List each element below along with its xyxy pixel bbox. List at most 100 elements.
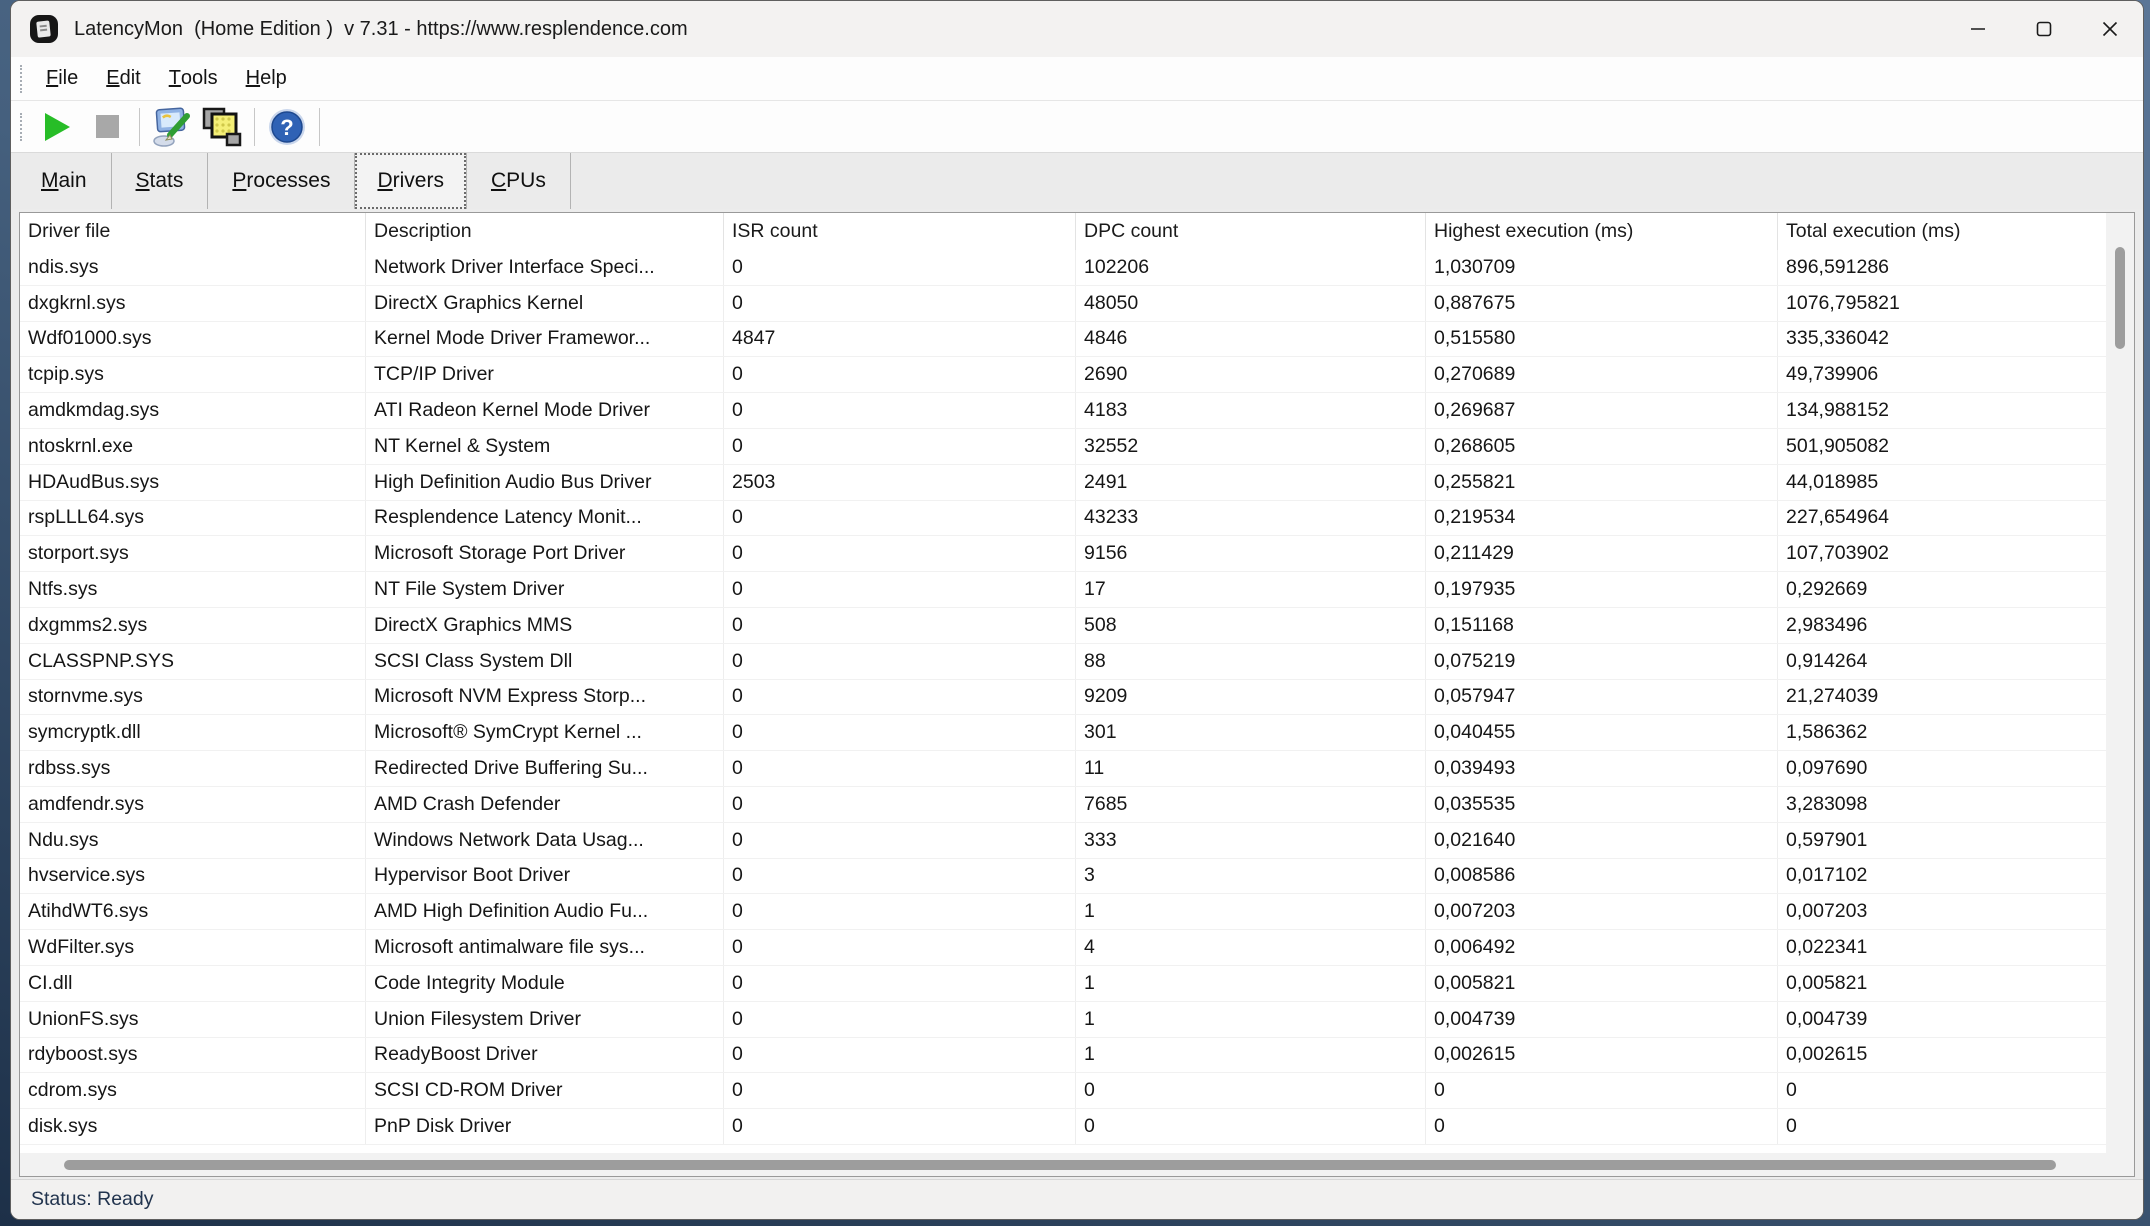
table-row[interactable]: AtihdWT6.sys AMD High Definition Audio F… — [20, 894, 2134, 930]
cell-highest-execution: 0,268605 — [1426, 429, 1778, 464]
cell-highest-execution: 0,040455 — [1426, 715, 1778, 750]
cell-dpc-count: 4183 — [1076, 393, 1426, 428]
table-row[interactable]: rdyboost.sys ReadyBoost Driver 0 1 0,002… — [20, 1038, 2134, 1074]
horizontal-scrollbar[interactable] — [20, 1153, 2134, 1176]
maximize-button[interactable] — [2011, 1, 2077, 57]
report-button[interactable] — [197, 104, 247, 150]
table-row[interactable]: hvservice.sys Hypervisor Boot Driver 0 3… — [20, 859, 2134, 895]
table-row[interactable]: amdkmdag.sys ATI Radeon Kernel Mode Driv… — [20, 393, 2134, 429]
cell-description: Kernel Mode Driver Framewor... — [366, 322, 724, 357]
start-monitor-button[interactable] — [32, 104, 82, 150]
column-header-isr-count[interactable]: ISR count — [724, 213, 1076, 250]
app-icon — [29, 14, 59, 44]
table-row[interactable]: dxgkrnl.sys DirectX Graphics Kernel 0 48… — [20, 286, 2134, 322]
cell-highest-execution: 0,035535 — [1426, 787, 1778, 822]
cell-driver-file: rdbss.sys — [20, 751, 366, 786]
cell-isr-count: 0 — [724, 680, 1076, 715]
table-row[interactable]: disk.sys PnP Disk Driver 0 0 0 0 — [20, 1109, 2134, 1145]
cell-dpc-count: 0 — [1076, 1109, 1426, 1144]
cell-highest-execution: 0 — [1426, 1073, 1778, 1108]
close-icon — [2102, 21, 2118, 37]
cell-isr-count: 0 — [724, 393, 1076, 428]
table-row[interactable]: amdfendr.sys AMD Crash Defender 0 7685 0… — [20, 787, 2134, 823]
cell-driver-file: HDAudBus.sys — [20, 465, 366, 500]
minimize-button[interactable] — [1945, 1, 2011, 57]
cell-description: Resplendence Latency Monit... — [366, 501, 724, 536]
cell-driver-file: dxgmms2.sys — [20, 608, 366, 643]
cell-dpc-count: 2491 — [1076, 465, 1426, 500]
tab-drivers[interactable]: Drivers — [355, 153, 466, 209]
stop-monitor-button[interactable] — [82, 104, 132, 150]
cell-isr-count: 4847 — [724, 322, 1076, 357]
cell-driver-file: rspLLL64.sys — [20, 501, 366, 536]
tab-stats[interactable]: Stats — [112, 153, 208, 209]
menubar-grip[interactable] — [20, 65, 22, 93]
close-button[interactable] — [2077, 1, 2143, 57]
cell-description: AMD Crash Defender — [366, 787, 724, 822]
table-row[interactable]: Ntfs.sys NT File System Driver 0 17 0,19… — [20, 572, 2134, 608]
column-header-dpc-count[interactable]: DPC count — [1076, 213, 1426, 250]
table-row[interactable]: Wdf01000.sys Kernel Mode Driver Framewor… — [20, 322, 2134, 358]
tab-processes[interactable]: Processes — [208, 153, 354, 209]
table-row[interactable]: Ndu.sys Windows Network Data Usag... 0 3… — [20, 823, 2134, 859]
tab-cpus[interactable]: CPUs — [467, 153, 570, 209]
toolbar-grip[interactable] — [20, 113, 22, 141]
table-row[interactable]: storport.sys Microsoft Storage Port Driv… — [20, 536, 2134, 572]
cell-highest-execution: 0,039493 — [1426, 751, 1778, 786]
cell-isr-count: 0 — [724, 787, 1076, 822]
help-button[interactable]: ? — [262, 104, 312, 150]
cell-isr-count: 0 — [724, 608, 1076, 643]
table-row[interactable]: WdFilter.sys Microsoft antimalware file … — [20, 930, 2134, 966]
menu-help[interactable]: Help — [232, 57, 301, 100]
column-header-description[interactable]: Description — [366, 213, 724, 250]
column-header-highest-execution[interactable]: Highest execution (ms) — [1426, 213, 1778, 250]
cell-driver-file: symcryptk.dll — [20, 715, 366, 750]
horizontal-scrollbar-thumb[interactable] — [64, 1160, 2056, 1170]
column-header-driver-file[interactable]: Driver file — [20, 213, 366, 250]
table-row[interactable]: stornvme.sys Microsoft NVM Express Storp… — [20, 680, 2134, 716]
tab-separator — [570, 153, 571, 209]
table-row[interactable]: tcpip.sys TCP/IP Driver 0 2690 0,270689 … — [20, 357, 2134, 393]
table-row[interactable]: cdrom.sys SCSI CD-ROM Driver 0 0 0 0 — [20, 1073, 2134, 1109]
cell-description: PnP Disk Driver — [366, 1109, 724, 1144]
table-row[interactable]: CI.dll Code Integrity Module 0 1 0,00582… — [20, 966, 2134, 1002]
cell-description: Network Driver Interface Speci... — [366, 250, 724, 285]
cell-description: NT Kernel & System — [366, 429, 724, 464]
table-row[interactable]: HDAudBus.sys High Definition Audio Bus D… — [20, 465, 2134, 501]
menu-edit[interactable]: Edit — [92, 57, 154, 100]
cell-isr-count: 0 — [724, 715, 1076, 750]
cell-driver-file: Wdf01000.sys — [20, 322, 366, 357]
options-button[interactable] — [147, 104, 197, 150]
table-row[interactable]: CLASSPNP.SYS SCSI Class System Dll 0 88 … — [20, 644, 2134, 680]
cell-driver-file: Ndu.sys — [20, 823, 366, 858]
cell-isr-count: 2503 — [724, 465, 1076, 500]
latencymon-window: LatencyMon (Home Edition ) v 7.31 - http… — [10, 0, 2144, 1220]
vertical-scrollbar[interactable] — [2106, 213, 2134, 1153]
tab-main[interactable]: Main — [17, 153, 111, 209]
cell-dpc-count: 32552 — [1076, 429, 1426, 464]
cell-isr-count: 0 — [724, 250, 1076, 285]
svg-text:?: ? — [280, 115, 293, 140]
menu-tools[interactable]: Tools — [155, 57, 232, 100]
cell-highest-execution: 0,151168 — [1426, 608, 1778, 643]
cell-highest-execution: 0,005821 — [1426, 966, 1778, 1001]
cell-description: Redirected Drive Buffering Su... — [366, 751, 724, 786]
cell-total-execution: 0,292669 — [1778, 572, 2134, 607]
column-header-total-execution[interactable]: Total execution (ms) — [1778, 213, 2134, 250]
toolbar: ? — [11, 101, 2143, 153]
cell-isr-count: 0 — [724, 1038, 1076, 1073]
menu-file[interactable]: File — [32, 57, 92, 100]
window-controls — [1945, 1, 2143, 57]
table-row[interactable]: symcryptk.dll Microsoft® SymCrypt Kernel… — [20, 715, 2134, 751]
cell-total-execution: 335,336042 — [1778, 322, 2134, 357]
table-row[interactable]: dxgmms2.sys DirectX Graphics MMS 0 508 0… — [20, 608, 2134, 644]
table-row[interactable]: UnionFS.sys Union Filesystem Driver 0 1 … — [20, 1002, 2134, 1038]
cell-total-execution: 0,004739 — [1778, 1002, 2134, 1037]
table-row[interactable]: rdbss.sys Redirected Drive Buffering Su.… — [20, 751, 2134, 787]
cell-isr-count: 0 — [724, 930, 1076, 965]
table-row[interactable]: ntoskrnl.exe NT Kernel & System 0 32552 … — [20, 429, 2134, 465]
vertical-scrollbar-thumb[interactable] — [2115, 247, 2125, 349]
table-row[interactable]: rspLLL64.sys Resplendence Latency Monit.… — [20, 501, 2134, 537]
cell-dpc-count: 508 — [1076, 608, 1426, 643]
table-row[interactable]: ndis.sys Network Driver Interface Speci.… — [20, 250, 2134, 286]
